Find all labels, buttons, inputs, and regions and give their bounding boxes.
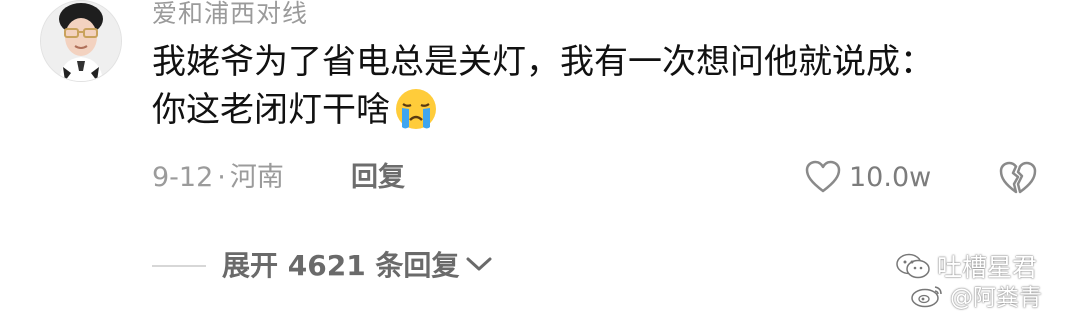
like-button[interactable]: 10.0w <box>805 157 931 197</box>
meta-separator: · <box>217 162 226 193</box>
avatar[interactable] <box>40 0 122 82</box>
comment-location: 河南 <box>229 162 284 193</box>
crying-face-emoji <box>394 87 438 131</box>
chevron-down-icon <box>466 257 492 271</box>
expand-divider <box>152 265 206 267</box>
heart-outline-icon <box>805 160 841 193</box>
comment-meta: 9-12 · 河南 <box>152 155 284 194</box>
expand-replies-button[interactable]: 展开 4621 条回复 <box>222 244 493 284</box>
comment-line-1: 我姥爷为了省电总是关灯，我有一次想问他就说成： <box>152 42 934 82</box>
comment-line-2: 你这老闭灯干啥 <box>152 86 1032 134</box>
comment-text: 我姥爷为了省电总是关灯，我有一次想问他就说成： 你这老闭灯干啥 <box>152 38 1032 134</box>
weibo-icon <box>911 286 942 308</box>
weibo-watermark: @阿粪青 <box>910 278 1042 312</box>
comment-date: 9-12 <box>152 162 214 193</box>
weibo-watermark-text: @阿粪青 <box>950 285 1042 311</box>
like-count: 10.0w <box>849 161 932 193</box>
avatar-image <box>41 1 121 81</box>
username[interactable]: 爱和浦西对线 <box>152 0 308 30</box>
wechat-icon <box>896 253 930 279</box>
dislike-button[interactable] <box>999 160 1037 196</box>
reply-button[interactable]: 回复 <box>351 155 405 194</box>
broken-heart-icon <box>999 161 1037 194</box>
comment-line-2-text: 你这老闭灯干啥 <box>152 90 390 130</box>
expand-replies-label: 展开 4621 条回复 <box>222 249 460 282</box>
